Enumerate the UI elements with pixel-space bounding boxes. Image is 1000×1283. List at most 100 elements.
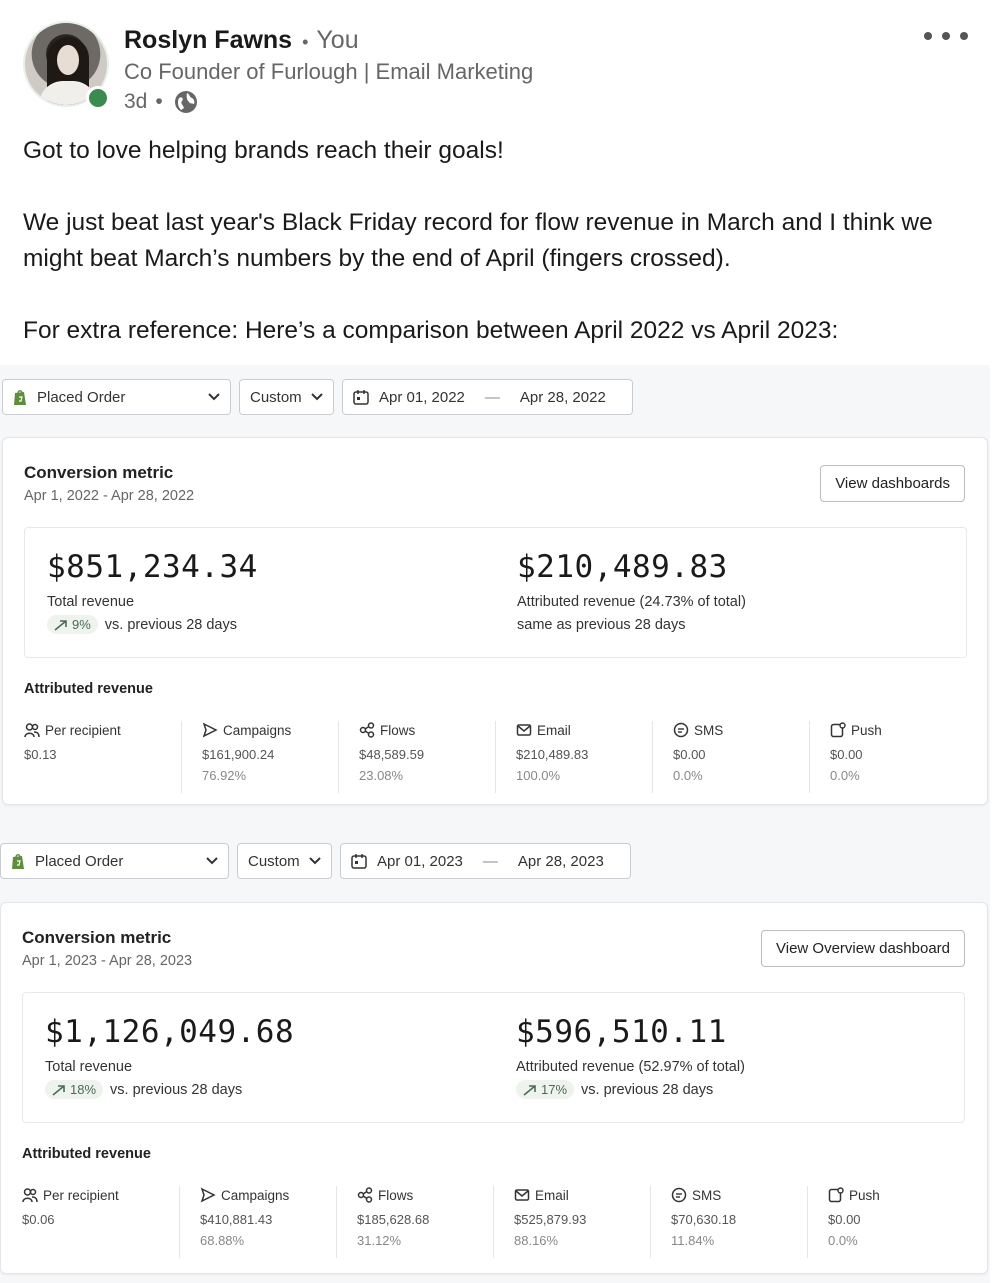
delta-badge: 17%	[516, 1080, 575, 1099]
post-time: 3d	[124, 90, 148, 113]
send-icon	[200, 1187, 216, 1203]
card-date-range: Apr 1, 2023 - Apr 28, 2023	[22, 953, 193, 969]
delta-badge: 9%	[47, 615, 98, 634]
breakdown-label: SMS	[692, 1187, 722, 1203]
breakdown-value: $185,628.68	[357, 1212, 430, 1227]
post: Roslyn Fawns • You Co Founder of Furloug…	[0, 0, 1000, 365]
calendar-icon	[351, 854, 367, 869]
breakdown-value: $0.06	[22, 1212, 55, 1227]
filter-toolbar: Placed Order Custom Apr 01, 2023 — Apr 2…	[0, 843, 631, 879]
delta-badge: 18%	[45, 1080, 104, 1099]
delta-percent: 18%	[70, 1082, 97, 1097]
breakdown-percent: 0.0%	[830, 768, 860, 783]
users-icon	[22, 1188, 38, 1203]
breakdown-percent: 31.12%	[357, 1233, 402, 1248]
author-headline: Co Founder of Furlough | Email Marketing	[124, 59, 534, 84]
metric-select[interactable]: Placed Order	[0, 843, 229, 879]
breakdown-push: Push $0.00 0.0%	[807, 1186, 964, 1258]
date-range-picker[interactable]: Apr 01, 2022 — Apr 28, 2022	[342, 379, 633, 415]
author-name[interactable]: Roslyn Fawns	[124, 26, 292, 55]
delta-text: vs. previous 28 days	[581, 1081, 714, 1098]
post-text: Got to love helping brands reach their g…	[23, 133, 973, 349]
breakdown-flows: Flows $185,628.68 31.12%	[336, 1186, 493, 1258]
push-icon	[830, 722, 846, 738]
sms-icon	[673, 722, 689, 738]
delta-text: same as previous 28 days	[517, 617, 686, 633]
delta-text: vs. previous 28 days	[104, 616, 237, 633]
range-end: Apr 28, 2023	[517, 852, 604, 870]
metric-select[interactable]: Placed Order	[2, 379, 231, 415]
users-icon	[24, 723, 40, 738]
delta-percent: 17%	[541, 1082, 568, 1097]
breakdown-value: $0.00	[830, 747, 863, 762]
breakdown-label: Push	[849, 1187, 880, 1203]
total-revenue-value: $851,234.34	[47, 549, 258, 585]
revenue-summary: $851,234.34 Total revenue 9% vs. previou…	[24, 527, 967, 658]
breakdown-per-recipient: Per recipient $0.13	[24, 721, 181, 793]
breakdown-email: Email $525,879.93 88.16%	[493, 1186, 650, 1258]
attributed-revenue-delta: same as previous 28 days	[517, 617, 685, 633]
range-separator: —	[484, 388, 500, 406]
attributed-revenue-title: Attributed revenue	[24, 681, 153, 697]
dashboard-2022: Placed Order Custom Apr 01, 2022 — Apr 2…	[0, 365, 990, 830]
metric-select-value: Placed Order	[37, 388, 126, 406]
breakdown-sms: SMS $70,630.18 11.84%	[650, 1186, 807, 1258]
card-title: Conversion metric	[22, 928, 172, 947]
separator-dot: •	[302, 32, 309, 52]
view-overview-dashboard-button[interactable]: View Overview dashboard	[761, 930, 965, 967]
push-icon	[828, 1187, 844, 1203]
view-dashboards-button[interactable]: View dashboards	[820, 465, 965, 502]
delta-percent: 9%	[72, 617, 91, 632]
total-revenue-label: Total revenue	[45, 1059, 133, 1075]
range-type-value: Custom	[250, 388, 302, 406]
chevron-down-icon	[206, 857, 218, 865]
post-paragraph: We just beat last year's Black Friday re…	[23, 209, 933, 272]
card-date-range: Apr 1, 2022 - Apr 28, 2022	[24, 488, 195, 504]
shopify-icon	[12, 853, 24, 869]
breakdown-campaigns: Campaigns $161,900.24 76.92%	[181, 721, 338, 793]
breakdown-email: Email $210,489.83 100.0%	[495, 721, 652, 793]
globe-icon	[174, 91, 197, 113]
breakdown-per-recipient: Per recipient $0.06	[22, 1186, 179, 1258]
breakdown-value: $48,589.59	[359, 747, 425, 762]
breakdown-value: $410,881.43	[200, 1212, 273, 1227]
breakdown-label: Flows	[380, 722, 416, 738]
email-icon	[514, 1189, 530, 1201]
trend-up-icon	[523, 1084, 536, 1096]
post-meta: 3d •	[124, 89, 199, 115]
conversion-card: Conversion metric Apr 1, 2023 - Apr 28, …	[0, 902, 988, 1274]
breakdown-label: Email	[537, 722, 571, 738]
metric-select-value: Placed Order	[35, 852, 124, 870]
author-line: Roslyn Fawns • You	[124, 26, 359, 55]
breakdown-label: Per recipient	[45, 722, 121, 738]
send-icon	[202, 722, 218, 738]
breakdown-value: $0.00	[828, 1212, 861, 1227]
breakdown-percent: 68.88%	[200, 1233, 245, 1248]
delta-text: vs. previous 28 days	[110, 1081, 243, 1098]
total-revenue-value: $1,126,049.68	[45, 1014, 295, 1050]
breakdown-percent: 76.92%	[202, 768, 247, 783]
chevron-down-icon	[311, 393, 323, 401]
breakdown-label: Flows	[378, 1187, 414, 1203]
range-end: Apr 28, 2022	[519, 388, 606, 406]
breakdown-percent: 88.16%	[514, 1233, 559, 1248]
attributed-revenue-value: $210,489.83	[517, 549, 728, 585]
breakdown-value: $0.00	[673, 747, 706, 762]
sms-icon	[671, 1187, 687, 1203]
breakdown-value: $70,630.18	[671, 1212, 737, 1227]
range-type-select[interactable]: Custom	[239, 379, 334, 415]
breakdown-label: Email	[535, 1187, 569, 1203]
range-type-select[interactable]: Custom	[237, 843, 332, 879]
range-start: Apr 01, 2022	[379, 388, 465, 406]
attributed-revenue-label: Attributed revenue (24.73% of total)	[517, 594, 746, 610]
filter-toolbar: Placed Order Custom Apr 01, 2022 — Apr 2…	[2, 379, 633, 415]
trend-up-icon	[54, 619, 67, 631]
date-range-picker[interactable]: Apr 01, 2023 — Apr 28, 2023	[340, 843, 631, 879]
breakdown-percent: 0.0%	[673, 768, 703, 783]
breakdown-percent: 100.0%	[516, 768, 561, 783]
total-revenue-label: Total revenue	[47, 594, 135, 610]
breakdown-sms: SMS $0.00 0.0%	[652, 721, 809, 793]
attributed-revenue-label: Attributed revenue (52.97% of total)	[516, 1059, 745, 1075]
calendar-icon	[353, 390, 369, 405]
more-options-icon[interactable]	[924, 24, 968, 48]
